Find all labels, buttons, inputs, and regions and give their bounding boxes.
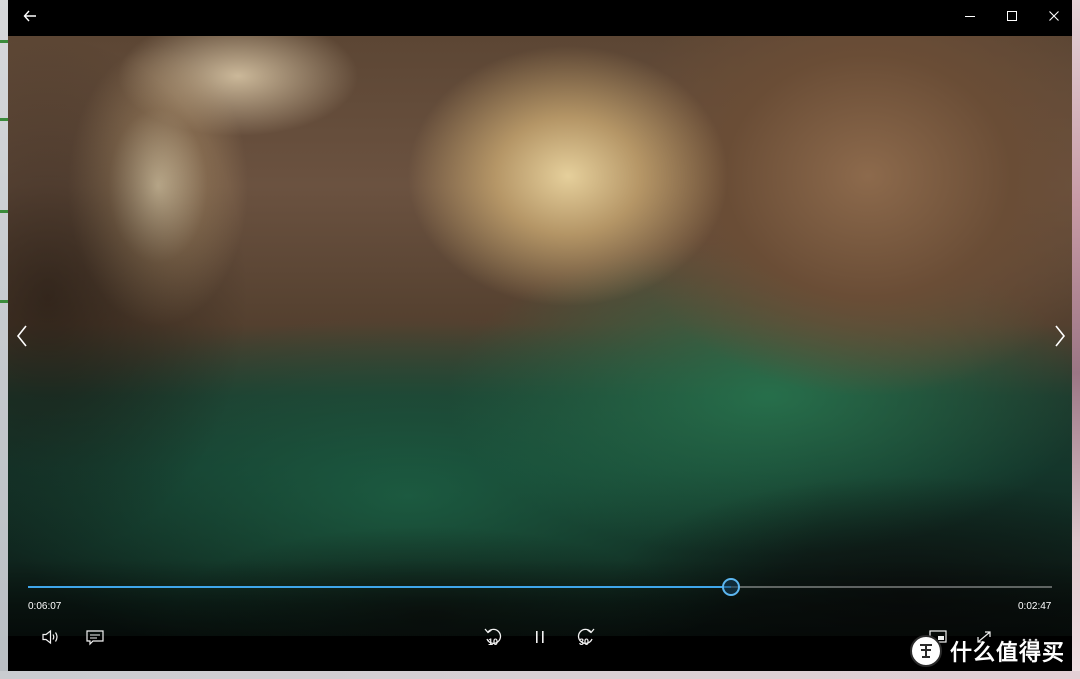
desktop-fragment <box>0 300 8 303</box>
movies-tv-window: 0:06:07 0:02:47 10 30 <box>8 0 1072 671</box>
watermark-seal-icon <box>920 644 932 658</box>
next-button[interactable] <box>1048 322 1072 350</box>
chevron-left-icon <box>16 325 27 347</box>
minimize-button[interactable] <box>948 0 992 32</box>
seek-bar-progress <box>28 586 732 588</box>
previous-button[interactable] <box>10 322 34 350</box>
skip-forward-button[interactable]: 30 <box>571 624 599 650</box>
desktop-background-left <box>0 0 8 679</box>
pause-icon <box>536 631 544 643</box>
skip-back-button[interactable]: 10 <box>480 624 508 650</box>
seek-bar[interactable] <box>28 578 1052 596</box>
volume-button[interactable] <box>37 624 65 650</box>
desktop-fragment <box>0 210 8 213</box>
close-button[interactable] <box>1032 0 1072 32</box>
back-arrow-icon <box>23 10 36 22</box>
minimize-icon <box>965 16 975 17</box>
desktop-background-right <box>1072 0 1080 679</box>
desktop-fragment <box>0 118 8 121</box>
volume-icon <box>42 629 58 645</box>
captions-button[interactable] <box>81 624 109 650</box>
desktop-background-bottom <box>0 671 1080 679</box>
skip-forward-label: 30 <box>579 637 590 647</box>
desktop-fragment <box>0 40 8 43</box>
title-bar <box>8 0 1072 36</box>
maximize-icon <box>1007 11 1017 21</box>
watermark-text: 什么值得买 <box>950 641 1066 666</box>
video-frame[interactable] <box>8 36 1072 636</box>
close-icon <box>1049 11 1059 21</box>
back-button[interactable] <box>8 0 52 32</box>
skip-back-label: 10 <box>488 637 499 647</box>
chevron-right-icon <box>1055 325 1066 347</box>
pause-button[interactable] <box>526 624 554 650</box>
video-shading <box>8 36 1072 636</box>
seek-thumb[interactable] <box>722 578 741 596</box>
site-watermark: 什么值得买 <box>910 631 1080 671</box>
elapsed-time: 0:06:07 <box>28 601 62 612</box>
watermark-logo <box>910 635 942 667</box>
captions-icon <box>86 630 104 646</box>
maximize-button[interactable] <box>990 0 1034 32</box>
remaining-time: 0:02:47 <box>1018 601 1052 612</box>
